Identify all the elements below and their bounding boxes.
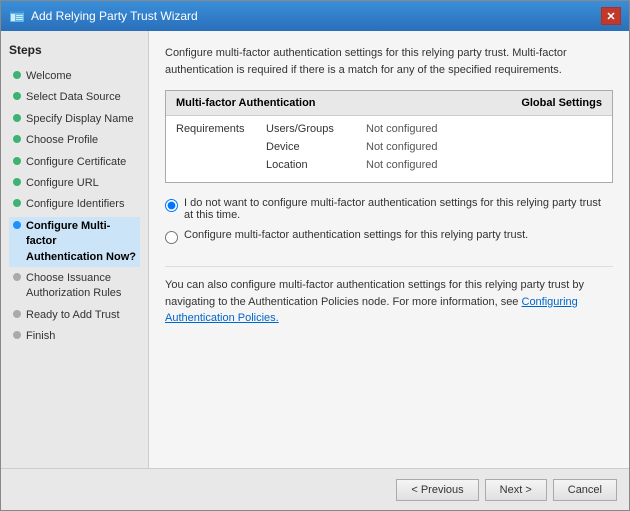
sidebar-title: Steps <box>9 43 140 57</box>
sidebar-dot-configure-certificate <box>13 157 21 165</box>
sidebar-item-choose-issuance[interactable]: Choose Issuance Authorization Rules <box>9 269 140 304</box>
mfa-row: RequirementsUsers/GroupsNot configured <box>176 120 602 138</box>
mfa-req-type <box>176 141 266 153</box>
sidebar-label-configure-identifiers: Configure Identifiers <box>26 197 124 212</box>
sidebar-dot-specify-display-name <box>13 114 21 122</box>
sidebar-dot-choose-profile <box>13 135 21 143</box>
mfa-req-type <box>176 159 266 171</box>
window-title: Add Relying Party Trust Wizard <box>31 9 198 23</box>
title-bar: Add Relying Party Trust Wizard ✕ <box>1 1 629 31</box>
sidebar-dot-choose-issuance <box>13 273 21 281</box>
sidebar-dot-configure-mfa <box>13 221 21 229</box>
footer: < Previous Next > Cancel <box>1 468 629 510</box>
mfa-requirements: RequirementsUsers/GroupsNot configuredDe… <box>166 116 612 182</box>
info-text: You can also configure multi-factor auth… <box>165 266 613 327</box>
sidebar-dot-finish <box>13 331 21 339</box>
mfa-req-type: Requirements <box>176 123 266 135</box>
mfa-row: LocationNot configured <box>176 156 602 174</box>
sidebar-dot-configure-url <box>13 178 21 186</box>
sidebar-item-configure-url[interactable]: Configure URL <box>9 174 140 193</box>
wizard-icon <box>9 8 25 24</box>
title-bar-left: Add Relying Party Trust Wizard <box>9 8 198 24</box>
radio-label-radio-configure: Configure multi-factor authentication se… <box>184 229 528 241</box>
sidebar-label-configure-url: Configure URL <box>26 176 99 191</box>
radio-item-radio-no-configure[interactable]: I do not want to configure multi-factor … <box>165 197 613 221</box>
mfa-req-value: Not configured <box>366 123 438 135</box>
sidebar-dot-welcome <box>13 71 21 79</box>
mfa-header: Multi-factor Authentication Global Setti… <box>166 91 612 116</box>
radio-no-configure[interactable] <box>165 199 178 212</box>
sidebar-item-specify-display-name[interactable]: Specify Display Name <box>9 110 140 129</box>
radio-item-radio-configure[interactable]: Configure multi-factor authentication se… <box>165 229 613 244</box>
sidebar-label-specify-display-name: Specify Display Name <box>26 112 134 127</box>
sidebar-label-welcome: Welcome <box>26 69 72 84</box>
mfa-req-value: Not configured <box>366 141 438 153</box>
content-area: Steps Welcome Select Data Source Specify D… <box>1 31 629 468</box>
sidebar-item-choose-profile[interactable]: Choose Profile <box>9 131 140 150</box>
sidebar-label-choose-profile: Choose Profile <box>26 133 98 148</box>
description-text: Configure multi-factor authentication se… <box>165 45 613 78</box>
mfa-row: DeviceNot configured <box>176 138 602 156</box>
sidebar-label-select-data-source: Select Data Source <box>26 90 121 105</box>
wizard-window: Add Relying Party Trust Wizard ✕ Steps W… <box>0 0 630 511</box>
sidebar-item-welcome[interactable]: Welcome <box>9 67 140 86</box>
sidebar-items-list: Welcome Select Data Source Specify Display… <box>9 67 140 346</box>
sidebar-label-ready-to-add: Ready to Add Trust <box>26 308 120 323</box>
next-button[interactable]: Next > <box>485 479 547 501</box>
mfa-req-value: Not configured <box>366 159 438 171</box>
mfa-req-name: Users/Groups <box>266 123 366 135</box>
radio-label-radio-no-configure: I do not want to configure multi-factor … <box>184 197 613 221</box>
sidebar-item-finish[interactable]: Finish <box>9 327 140 346</box>
sidebar-item-select-data-source[interactable]: Select Data Source <box>9 88 140 107</box>
mfa-box: Multi-factor Authentication Global Setti… <box>165 90 613 183</box>
sidebar-dot-select-data-source <box>13 92 21 100</box>
mfa-req-name: Location <box>266 159 366 171</box>
previous-button[interactable]: < Previous <box>396 479 478 501</box>
sidebar-item-configure-identifiers[interactable]: Configure Identifiers <box>9 195 140 214</box>
sidebar-label-finish: Finish <box>26 329 55 344</box>
sidebar-label-choose-issuance: Choose Issuance Authorization Rules <box>26 271 136 302</box>
mfa-header-left: Multi-factor Authentication <box>176 97 316 109</box>
cancel-button[interactable]: Cancel <box>553 479 617 501</box>
sidebar: Steps Welcome Select Data Source Specify D… <box>1 31 149 468</box>
sidebar-label-configure-mfa: Configure Multi-factor Authentication No… <box>26 219 136 265</box>
mfa-req-name: Device <box>266 141 366 153</box>
sidebar-label-configure-certificate: Configure Certificate <box>26 155 126 170</box>
radio-section: I do not want to configure multi-factor … <box>165 197 613 252</box>
sidebar-dot-ready-to-add <box>13 310 21 318</box>
radio-configure[interactable] <box>165 231 178 244</box>
close-button[interactable]: ✕ <box>601 7 621 25</box>
sidebar-item-configure-certificate[interactable]: Configure Certificate <box>9 153 140 172</box>
main-content: Configure multi-factor authentication se… <box>149 31 629 468</box>
mfa-header-right: Global Settings <box>521 97 602 109</box>
sidebar-dot-configure-identifiers <box>13 199 21 207</box>
sidebar-item-configure-mfa[interactable]: Configure Multi-factor Authentication No… <box>9 217 140 267</box>
sidebar-item-ready-to-add[interactable]: Ready to Add Trust <box>9 306 140 325</box>
